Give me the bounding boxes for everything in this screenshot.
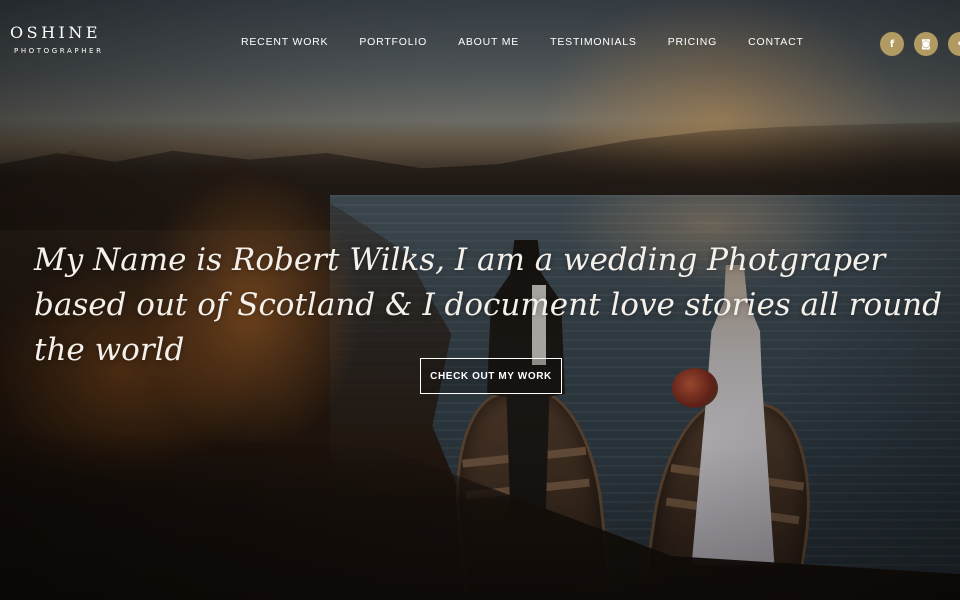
logo-tagline: PHOTOGRAPHER xyxy=(14,47,104,55)
flickr-icon[interactable]: • xyxy=(948,32,960,56)
hero-section: OSHINE PHOTOGRAPHER RECENT WORK PORTFOLI… xyxy=(0,0,960,600)
facebook-icon[interactable]: f xyxy=(880,32,904,56)
nav-item-portfolio[interactable]: PORTFOLIO xyxy=(359,36,427,48)
nav-item-recent-work[interactable]: RECENT WORK xyxy=(241,36,328,48)
logo-name: OSHINE xyxy=(10,23,102,42)
nav-item-pricing[interactable]: PRICING xyxy=(668,36,717,48)
nav-item-testimonials[interactable]: TESTIMONIALS xyxy=(550,36,637,48)
check-out-my-work-button[interactable]: CHECK OUT MY WORK xyxy=(420,358,562,394)
main-navigation: RECENT WORK PORTFOLIO ABOUT ME TESTIMONI… xyxy=(241,36,835,48)
hero-headline: My Name is Robert Wilks, I am a wedding … xyxy=(34,242,942,368)
site-logo[interactable]: OSHINE PHOTOGRAPHER xyxy=(10,23,116,55)
nav-item-about-me[interactable]: ABOUT ME xyxy=(458,36,519,48)
nav-item-contact[interactable]: CONTACT xyxy=(748,36,804,48)
instagram-icon[interactable]: ◙ xyxy=(914,32,938,56)
social-links: f ◙ • xyxy=(880,32,960,56)
